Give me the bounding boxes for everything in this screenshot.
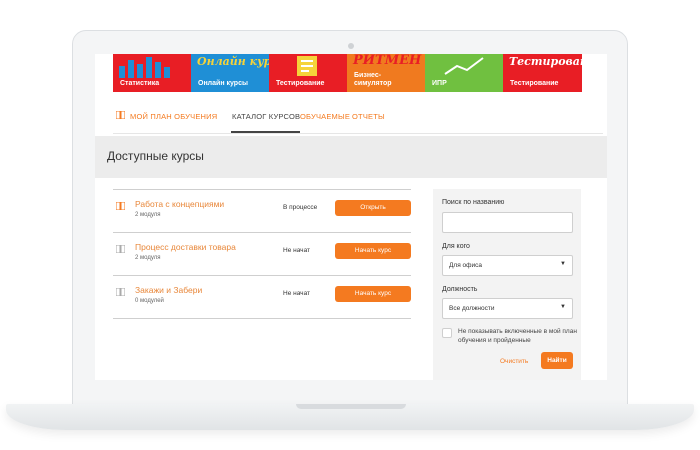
growth-icon: [444, 57, 484, 75]
position-select[interactable]: Все должности ▼: [442, 298, 573, 319]
page-title: Доступные курсы: [107, 149, 204, 163]
divider: [113, 189, 411, 190]
chevron-down-icon: ▼: [560, 304, 566, 310]
course-modules: 2 модуля: [135, 212, 161, 218]
active-tab-underline: [231, 131, 300, 133]
bar-chart-icon: [119, 57, 170, 78]
exclude-checkbox-label: Не показывать включенные в мой план обуч…: [458, 328, 577, 344]
camera-dot: [348, 43, 354, 49]
course-title[interactable]: Работа с концепциями: [135, 199, 224, 209]
laptop-notch: [296, 404, 406, 409]
for-whom-label: Для кого: [442, 243, 470, 250]
for-whom-value: Для офиса: [449, 262, 482, 269]
search-input[interactable]: [442, 212, 573, 233]
tile-testing-2[interactable]: Тестирование Тестирование: [503, 54, 582, 92]
position-value: Все должности: [449, 305, 495, 312]
section-header: Доступные курсы: [95, 136, 607, 178]
ritmen-logo: РИТМЕН: [353, 54, 422, 68]
filter-panel: Поиск по названию Для кого Для офиса ▼ Д…: [433, 189, 581, 380]
tile-label: Статистика: [120, 80, 160, 87]
search-label: Поиск по названию: [442, 199, 505, 206]
tile-label: Онлайн курсы: [198, 80, 248, 87]
book-icon: [116, 245, 125, 253]
online-courses-logo: Онлайн курсы: [197, 55, 269, 68]
list-item: Работа с концепциями 2 модуля В процессе…: [113, 191, 411, 231]
testing-logo: Тестирование: [509, 55, 582, 68]
tile-label: Тестирование: [276, 80, 325, 87]
tile-business-simulator[interactable]: РИТМЕН Бизнес- симулятор: [347, 54, 425, 92]
course-status: Не начат: [283, 247, 311, 254]
divider: [113, 275, 411, 276]
clear-link[interactable]: Очистить: [500, 358, 528, 365]
book-icon: [116, 202, 125, 210]
tab-my-plan[interactable]: Мой план обучения: [130, 112, 217, 121]
for-whom-select[interactable]: Для офиса ▼: [442, 255, 573, 276]
laptop-base: [6, 404, 694, 430]
tile-label: Тестирование: [510, 80, 559, 87]
course-status: Не начат: [283, 290, 311, 297]
clipboard-icon: [297, 56, 317, 76]
tab-reports[interactable]: Отчеты: [352, 112, 385, 121]
list-item: Процесс доставки товара 2 модуля Не нача…: [113, 234, 411, 274]
course-status: В процессе: [283, 204, 318, 211]
list-item: Закажи и Забери 0 модулей Не начат Начат…: [113, 277, 411, 317]
exclude-checkbox[interactable]: [442, 328, 452, 338]
start-course-button[interactable]: Начать курс: [335, 286, 411, 302]
divider: [113, 232, 411, 233]
divider: [113, 318, 411, 319]
tile-label: Бизнес- симулятор: [354, 72, 392, 87]
course-title[interactable]: Закажи и Забери: [135, 285, 202, 295]
course-modules: 2 модуля: [135, 255, 161, 261]
module-tiles: Статистика Онлайн курсы Онлайн курсы Тес…: [113, 54, 582, 92]
book-icon: [116, 288, 125, 296]
chevron-down-icon: ▼: [560, 261, 566, 267]
tile-ipr[interactable]: ИПР: [425, 54, 503, 92]
find-button[interactable]: Найти: [541, 352, 573, 369]
main-nav: Мой план обучения Каталог курсов Обучаем…: [113, 106, 603, 134]
course-modules: 0 модулей: [135, 298, 164, 304]
tab-learners[interactable]: Обучаемые: [300, 112, 350, 121]
position-label: Должность: [442, 286, 478, 293]
tab-catalog[interactable]: Каталог курсов: [232, 112, 300, 121]
app-screen: Статистика Онлайн курсы Онлайн курсы Тес…: [95, 54, 607, 380]
course-title[interactable]: Процесс доставки товара: [135, 242, 236, 252]
tile-statistics[interactable]: Статистика: [113, 54, 191, 92]
open-course-button[interactable]: Открыть: [335, 200, 411, 216]
tile-online-courses[interactable]: Онлайн курсы Онлайн курсы: [191, 54, 269, 92]
book-icon: [116, 111, 125, 119]
tile-testing[interactable]: Тестирование: [269, 54, 347, 92]
tile-label: ИПР: [432, 80, 447, 87]
start-course-button[interactable]: Начать курс: [335, 243, 411, 259]
